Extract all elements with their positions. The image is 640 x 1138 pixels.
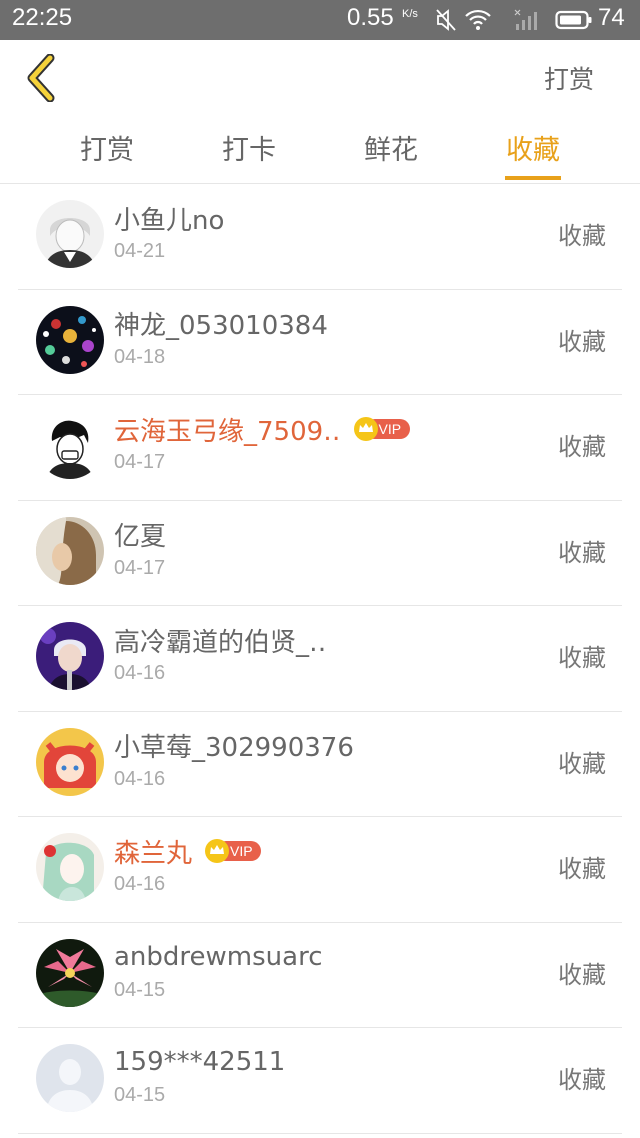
tab-label: 收藏 [506, 135, 560, 166]
favorites-list: 小鱼儿no 04-21 收藏 神龙_053010384 04-18 收藏 云海玉… [18, 184, 622, 1134]
user-name: 小草莓_302990376 [114, 733, 354, 763]
user-name: 亿夏 [114, 522, 167, 552]
favorite-date: 04-15 [114, 1084, 166, 1106]
status-bar: 22:25 0.55 K/s 74 [0, 0, 640, 40]
status-time: 22:25 [12, 4, 73, 31]
tab-reward[interactable]: 打赏 [47, 128, 167, 184]
user-name: 神龙_053010384 [114, 311, 328, 341]
tab-bar: 打赏 打卡 鲜花 收藏 [0, 120, 640, 184]
battery-icon [555, 10, 592, 30]
default-avatar-icon [36, 1044, 104, 1112]
top-nav-bar: 打赏 [0, 40, 640, 120]
list-item[interactable]: 159***42511 04-15 收藏 [18, 1028, 622, 1134]
favorite-label: 收藏 [558, 327, 606, 356]
favorite-label: 收藏 [558, 855, 606, 883]
avatar[interactable] [36, 411, 104, 479]
tab-label: 打赏 [80, 135, 134, 166]
list-item[interactable]: 小草莓_302990376 04-16 收藏 [18, 712, 622, 817]
favorite-date: 04-16 [114, 873, 166, 895]
favorite-date: 04-18 [114, 345, 166, 368]
favorite-label: 收藏 [558, 433, 606, 461]
favorite-date: 04-17 [114, 556, 166, 579]
avatar[interactable] [36, 305, 104, 374]
tab-label: 鲜花 [364, 135, 418, 166]
avatar[interactable] [36, 727, 104, 796]
favorite-label: 收藏 [558, 749, 606, 778]
list-item[interactable]: 森兰丸 VIP 04-16 收藏 [18, 817, 622, 923]
avatar[interactable] [36, 1044, 104, 1112]
user-name: 高冷霸道的伯贤_‥ [114, 627, 327, 658]
tab-flowers[interactable]: 鲜花 [331, 128, 451, 184]
wifi-icon [465, 9, 491, 30]
list-item[interactable]: 亿夏 04-17 收藏 [18, 501, 622, 606]
tab-label: 打卡 [222, 135, 276, 166]
mute-icon [436, 9, 456, 31]
signal-icon [514, 9, 537, 30]
list-item[interactable]: 神龙_053010384 04-18 收藏 [18, 290, 622, 395]
avatar[interactable] [36, 200, 104, 268]
user-name: 159***42511 [114, 1047, 286, 1077]
vip-badge: VIP [204, 838, 285, 864]
back-button[interactable] [20, 53, 64, 103]
favorite-label: 收藏 [558, 538, 606, 567]
favorite-label: 收藏 [558, 960, 606, 989]
favorite-label: 收藏 [558, 222, 606, 250]
favorite-date: 04-21 [114, 240, 166, 262]
favorite-label: 收藏 [558, 1066, 606, 1094]
reward-button[interactable]: 打赏 [544, 60, 594, 96]
user-name: 小鱼儿no [114, 205, 225, 236]
active-tab-indicator [505, 176, 561, 180]
avatar[interactable] [36, 622, 104, 690]
vip-badge: VIP [353, 416, 434, 442]
battery-level: 74 [598, 4, 625, 31]
list-item[interactable]: anbdrewmsuarc 04-15 收藏 [18, 923, 622, 1028]
tab-checkin[interactable]: 打卡 [189, 128, 309, 184]
network-speed-unit: K/s [402, 8, 418, 20]
avatar[interactable] [36, 938, 104, 1007]
network-speed: 0.55 [347, 4, 394, 31]
vip-label: VIP [230, 843, 253, 859]
favorite-label: 收藏 [558, 644, 606, 672]
user-name: 森兰丸 [114, 838, 193, 869]
avatar[interactable] [36, 833, 104, 901]
favorite-date: 04-15 [114, 978, 166, 1001]
user-name: 云海玉弓缘_7509‥ [114, 416, 341, 447]
list-item[interactable]: 云海玉弓缘_7509‥ VIP 04-17 收藏 [18, 395, 622, 501]
chevron-left-icon [27, 53, 55, 103]
list-item[interactable]: 小鱼儿no 04-21 收藏 [18, 184, 622, 290]
favorite-date: 04-17 [114, 451, 166, 473]
vip-label: VIP [378, 421, 402, 437]
tab-favorites[interactable]: 收藏 [473, 128, 593, 184]
favorite-date: 04-16 [114, 662, 166, 684]
list-item[interactable]: 高冷霸道的伯贤_‥ 04-16 收藏 [18, 606, 622, 712]
avatar[interactable] [36, 516, 104, 585]
favorite-date: 04-16 [114, 767, 166, 790]
user-name: anbdrewmsuarc [114, 941, 323, 972]
